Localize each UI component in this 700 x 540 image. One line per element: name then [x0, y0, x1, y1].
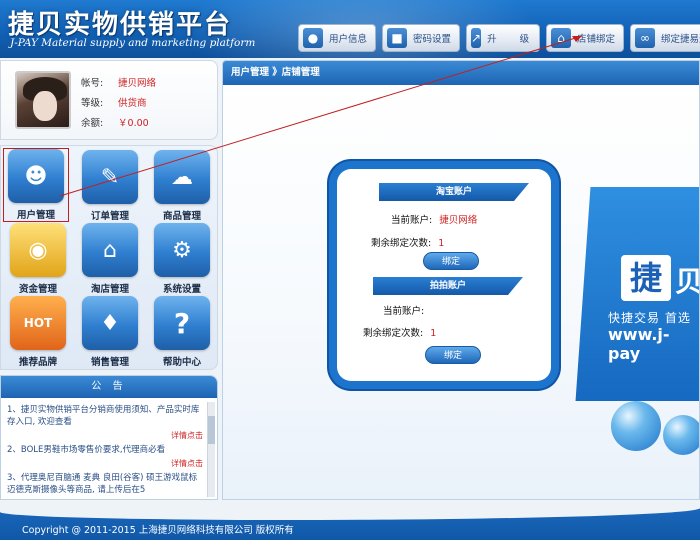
nav-bind-jyt-button[interactable]: ∞ 绑定捷易通 [630, 24, 700, 52]
breadcrumb: 用户管理 》店铺管理 [223, 61, 699, 85]
notice-detail-link[interactable]: 详情点击 [7, 430, 203, 442]
menu-fund-manage-label: 资金管理 [18, 284, 57, 295]
taobao-current-row: 当前账户: 捷贝网络 [391, 212, 477, 226]
paipai-current-row: 当前账户: [383, 303, 428, 317]
menu-recommend-brand[interactable]: HOT 推荐品牌 [5, 296, 71, 370]
menu-fund-manage[interactable]: ◉ 资金管理 [5, 223, 71, 297]
menu-grid: ☻ 用户管理 ✎ 订单管理 ☁ 商品管理 ◉ 资金管理 ⌂ 淘店管理 ⚙ 系统设… [0, 145, 218, 370]
menu-order-manage[interactable]: ✎ 订单管理 [77, 150, 143, 224]
footer: Copyright @ 2011-2015 上海捷贝网络科技有限公司 版权所有 [0, 508, 700, 540]
account-row: 帐号: 捷贝网络 [81, 75, 156, 89]
notice-body: 1、捷贝实物供销平台分销商使用须知、产品实时库存入口, 欢迎查看 详情点击 2、… [1, 398, 217, 496]
notice-panel: 公 告 1、捷贝实物供销平台分销商使用须知、产品实时库存入口, 欢迎查看 详情点… [0, 375, 218, 500]
menu-order-manage-label: 订单管理 [90, 211, 129, 222]
level-row: 等级: 供货商 [81, 95, 147, 109]
help-icon: ? [154, 296, 210, 350]
nav-user-info-label: 用户信息 [329, 34, 368, 45]
menu-help-center[interactable]: ? 帮助中心 [149, 296, 215, 370]
balance-value: ￥0.00 [118, 118, 149, 129]
paipai-current-label: 当前账户: [383, 306, 425, 317]
taobao-current-label: 当前账户: [391, 215, 433, 226]
menu-system-settings[interactable]: ⚙ 系统设置 [149, 223, 215, 297]
taobao-remaining-label: 剩余绑定次数: [371, 238, 432, 249]
user-manager-icon: ☻ [8, 149, 64, 203]
paipai-account-title: 拍拍账户 [373, 277, 523, 295]
menu-recommend-brand-label: 推荐品牌 [18, 357, 57, 368]
nav-upgrade-button[interactable]: ↗ 升 级 [466, 24, 540, 52]
nav-password-button[interactable]: ■ 密码设置 [382, 24, 460, 52]
taobao-current-value: 捷贝网络 [439, 215, 478, 226]
notice-item[interactable]: 1、捷贝实物供销平台分销商使用须知、产品实时库存入口, 欢迎查看 [7, 404, 203, 428]
menu-system-settings-label: 系统设置 [162, 284, 201, 295]
balance-label: 余额: [81, 118, 104, 129]
decorative-ball [611, 401, 661, 451]
brand-slogan: 快捷交易 首选 [608, 311, 691, 325]
paipai-bind-button[interactable]: 绑定 [425, 346, 481, 364]
notice-detail-link[interactable]: 详情点击 [7, 458, 203, 470]
house-icon: ⌂ [551, 28, 571, 48]
copyright-text: Copyright @ 2011-2015 上海捷贝网络科技有限公司 版权所有 [22, 525, 294, 536]
paipai-remaining-value: 1 [430, 328, 437, 339]
hot-icon: HOT [10, 296, 66, 350]
chart-up-icon: ↗ [471, 28, 482, 48]
link-icon: ∞ [635, 28, 655, 48]
notice-title: 公 告 [1, 376, 217, 398]
lock-icon: ■ [387, 28, 407, 48]
level-label: 等级: [81, 98, 104, 109]
nav-bind-jyt-label: 绑定捷易通 [661, 34, 700, 45]
nav-shop-bind-label: 店铺绑定 [577, 34, 616, 45]
paipai-remaining-row: 剩余绑定次数: 1 [363, 325, 436, 339]
header: 捷贝实物供销平台 J-PAY Material supply and marke… [0, 0, 700, 58]
notice-item[interactable]: 3、代理奥尼百脑通 麦典 良田(谷客) 硕王游戏鼠标 迈德克斯摄像头等商品, 请… [7, 472, 203, 496]
menu-user-manage-label: 用户管理 [16, 210, 55, 221]
account-label: 帐号: [81, 78, 104, 89]
nav-shop-bind-button[interactable]: ⌂ 店铺绑定 [546, 24, 624, 52]
site-subtitle: J-PAY Material supply and marketing plat… [10, 37, 256, 49]
top-nav: ● 用户信息 ■ 密码设置 ↗ 升 级 ⌂ 店铺绑定 ∞ 绑定捷易通 [298, 24, 700, 52]
gear-icon: ⚙ [154, 223, 210, 277]
nav-password-label: 密码设置 [413, 34, 452, 45]
taobao-account-title: 淘宝账户 [379, 183, 529, 201]
nav-upgrade-label: 升 级 [487, 34, 540, 45]
brand-logo-char2: 贝 [675, 260, 699, 300]
brand-logo-char1: 捷 [621, 255, 671, 301]
menu-sales-manage[interactable]: ♦ 销售管理 [77, 296, 143, 370]
menu-goods-manage-label: 商品管理 [162, 211, 201, 222]
menu-goods-manage[interactable]: ☁ 商品管理 [149, 150, 215, 224]
menu-shop-manage-label: 淘店管理 [90, 284, 129, 295]
nav-user-info-button[interactable]: ● 用户信息 [298, 24, 376, 52]
notice-item[interactable]: 2、BOLE男鞋市场零售价要求,代理商必看 [7, 444, 203, 456]
user-card: 帐号: 捷贝网络 等级: 供货商 余额: ￥0.00 [0, 60, 218, 140]
site-title: 捷贝实物供销平台 [8, 10, 233, 40]
order-icon: ✎ [82, 150, 138, 204]
avatar [15, 71, 71, 129]
brand-url: www.j-pay [608, 325, 670, 363]
notice-scrollbar[interactable] [207, 402, 215, 497]
taobao-bind-button[interactable]: 绑定 [423, 252, 479, 270]
shop-bind-card: 淘宝账户 当前账户: 捷贝网络 剩余绑定次数: 1 绑定 拍拍账户 当前账户: … [337, 169, 551, 381]
main-panel: 用户管理 》店铺管理 捷 贝 快捷交易 首选 www.j-pay 淘宝账户 当前… [222, 60, 700, 500]
coins-icon: ◉ [10, 223, 66, 277]
menu-shop-manage[interactable]: ⌂ 淘店管理 [77, 223, 143, 297]
menu-sales-manage-label: 销售管理 [90, 357, 129, 368]
taobao-remaining-row: 剩余绑定次数: 1 [371, 235, 444, 249]
level-value: 供货商 [118, 98, 147, 109]
user-icon: ● [303, 28, 323, 48]
taobao-remaining-value: 1 [438, 238, 445, 249]
account-value: 捷贝网络 [118, 78, 157, 89]
menu-help-center-label: 帮助中心 [162, 357, 201, 368]
shop-icon: ⌂ [82, 223, 138, 277]
menu-user-manage[interactable]: ☻ 用户管理 [3, 148, 69, 222]
decorative-ball [663, 415, 699, 455]
paipai-remaining-label: 剩余绑定次数: [363, 328, 424, 339]
notice-scroll-thumb[interactable] [208, 416, 215, 444]
sale-tag-icon: ♦ [82, 296, 138, 350]
cart-icon: ☁ [154, 150, 210, 204]
balance-row: 余额: ￥0.00 [81, 115, 149, 129]
